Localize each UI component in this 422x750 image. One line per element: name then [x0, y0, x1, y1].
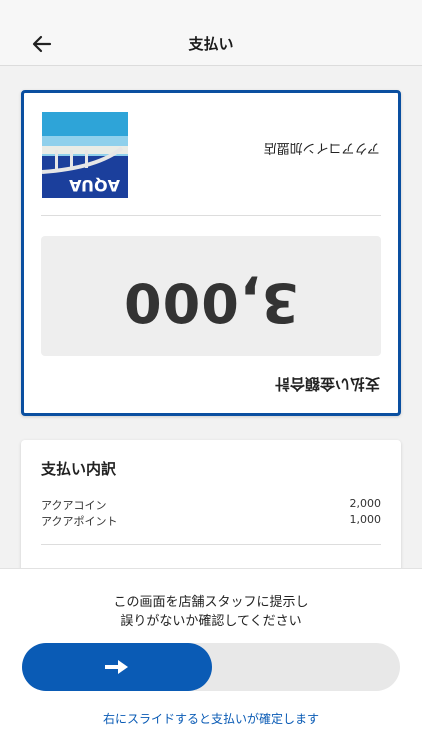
breakdown-item-value: 2,000	[349, 497, 382, 510]
instruction-line-2: 誤りがないか確認してください	[120, 614, 302, 629]
amount-box: 3,000	[41, 236, 381, 356]
store-name: アクアコイン加盟店	[263, 140, 380, 155]
logo-text: AQUA	[69, 176, 120, 195]
breakdown-item-label: アクアポイント	[41, 515, 118, 528]
store-logo-image: AQUA	[42, 112, 128, 198]
nav-header: 支払い	[0, 22, 422, 66]
divider	[41, 215, 381, 216]
status-bar	[0, 0, 422, 22]
payment-amount: 3,000	[123, 271, 299, 334]
slide-hint-text: 右にスライドすると支払いが確定します	[102, 712, 319, 726]
confirm-slider-handle[interactable]	[22, 643, 212, 691]
breakdown-item-value: 1,000	[349, 513, 382, 526]
breakdown-title: 支払い内訳	[41, 460, 117, 478]
breakdown-row: アクアコイン 2,000	[41, 497, 381, 513]
breakdown-item-label: アクアコイン	[41, 499, 107, 512]
payment-card: 支払い金額合計 3,000 アクアコイン加盟店 AQUA	[21, 90, 401, 416]
total-label: 支払い金額合計	[274, 375, 380, 393]
payment-card-content: 支払い金額合計 3,000 アクアコイン加盟店 AQUA	[24, 93, 398, 413]
arrow-right-icon	[105, 660, 128, 674]
divider	[41, 544, 381, 545]
confirm-slider-track[interactable]	[22, 643, 400, 691]
instruction-line-1: この画面を店舗スタッフに提示し	[113, 595, 309, 610]
page-title: 支払い	[188, 35, 234, 53]
breakdown-row: アクアポイント 1,000	[41, 513, 381, 529]
bottom-sheet: この画面を店舗スタッフに提示し 誤りがないか確認してください 右にスライドすると…	[0, 568, 422, 750]
